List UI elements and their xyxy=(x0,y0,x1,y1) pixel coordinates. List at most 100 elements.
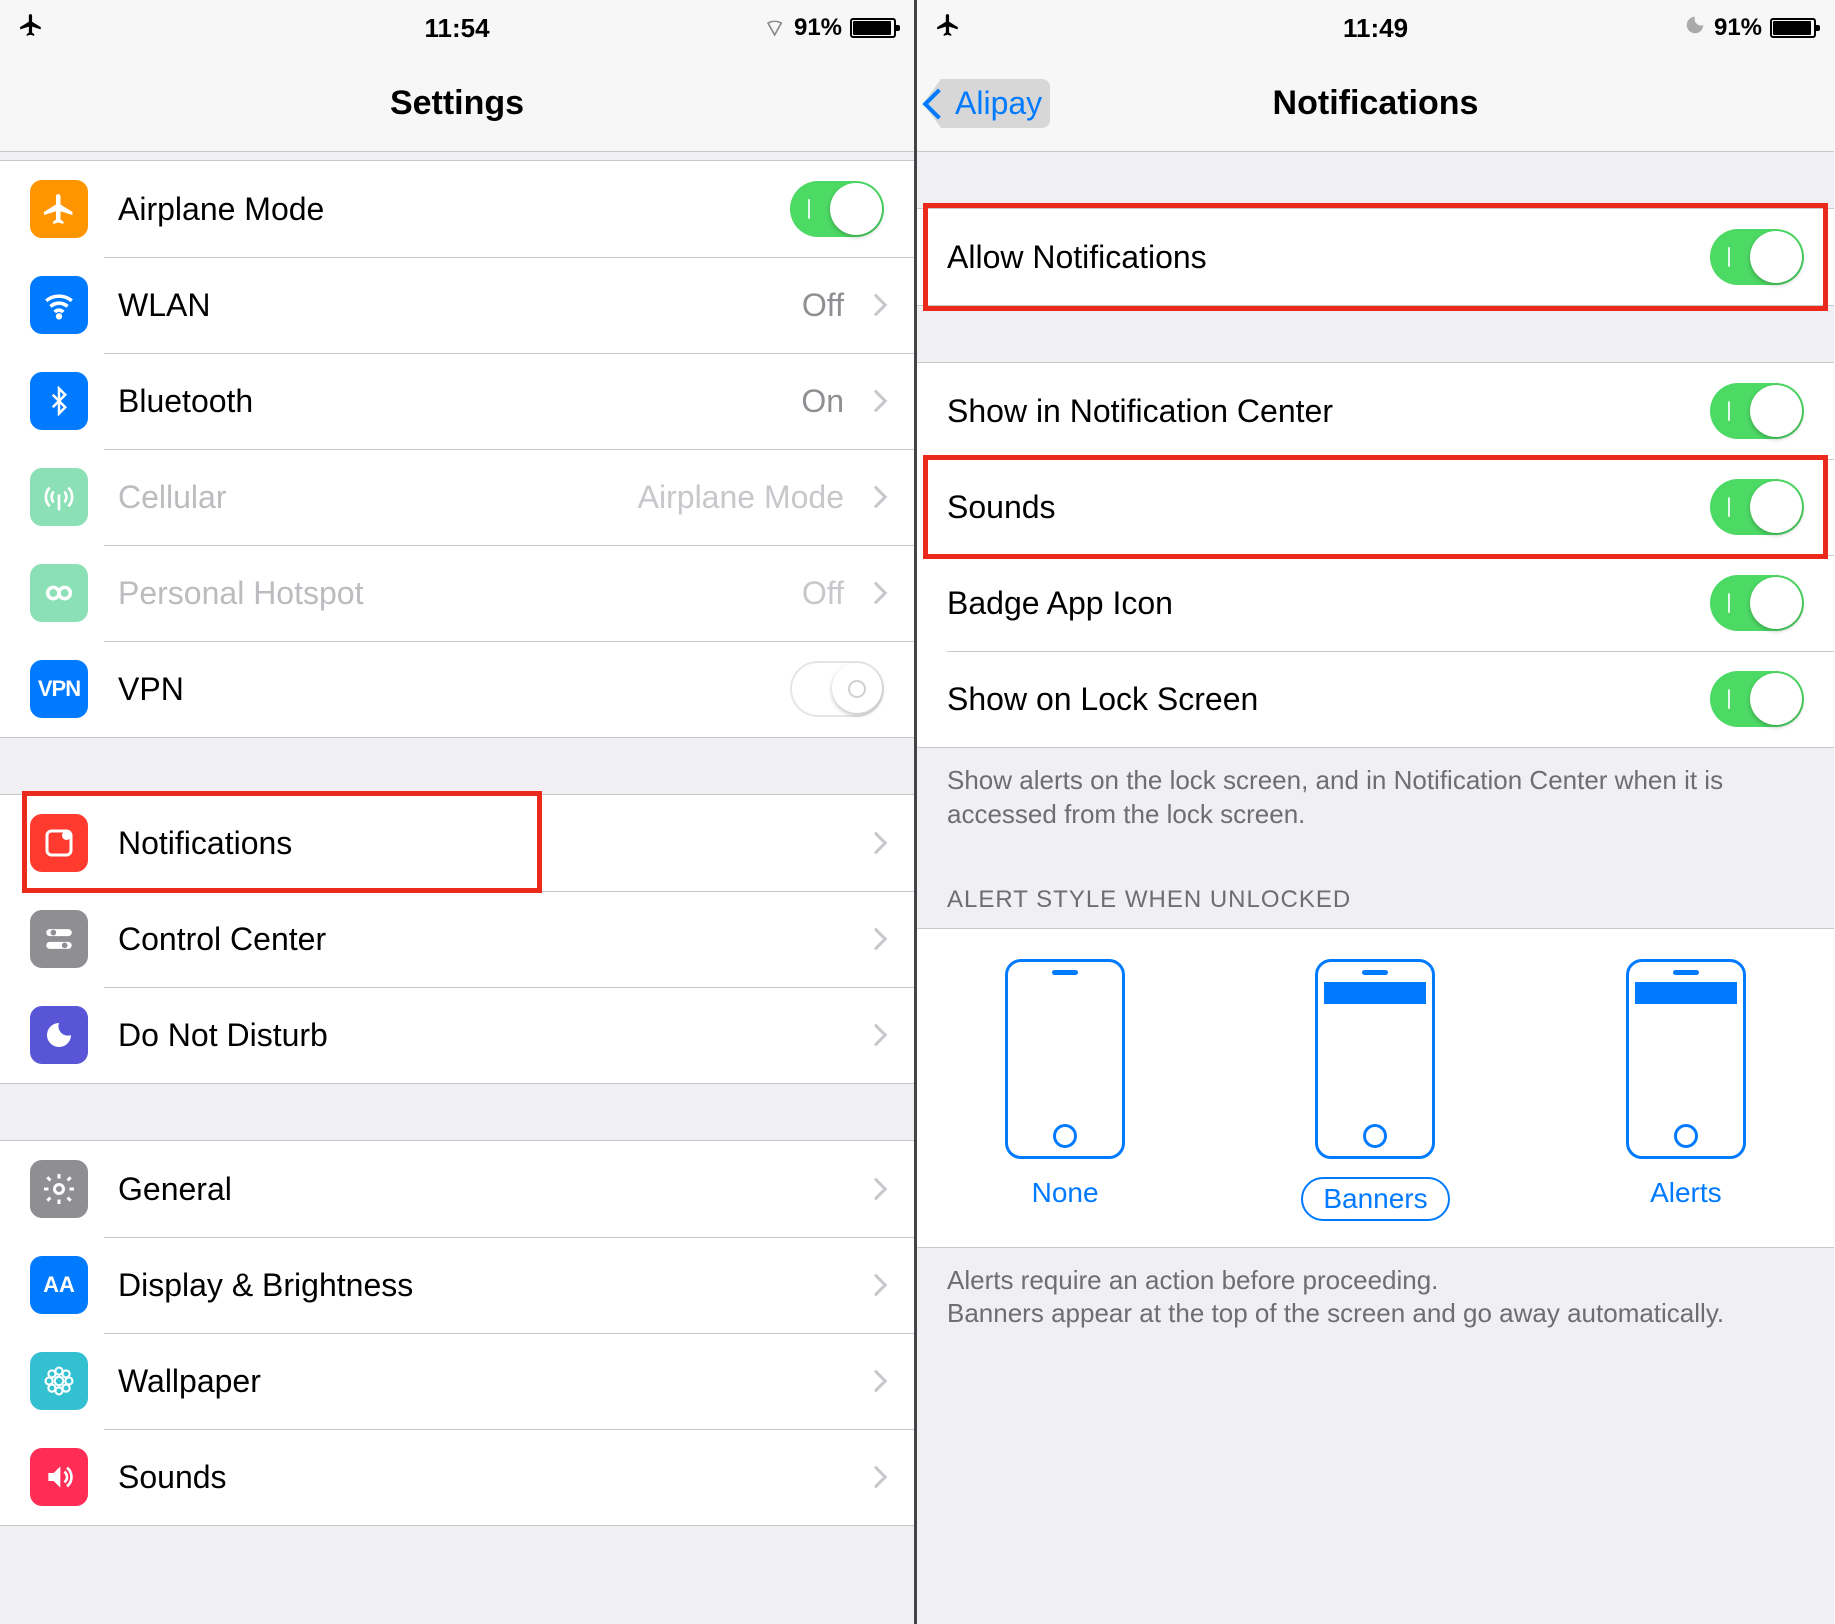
row-label: Sounds xyxy=(118,1459,854,1496)
row-wallpaper[interactable]: Wallpaper xyxy=(0,1333,914,1429)
badge-toggle[interactable] xyxy=(1710,575,1804,631)
row-label: Personal Hotspot xyxy=(118,575,802,612)
style-label: None xyxy=(1032,1177,1099,1209)
row-control-center[interactable]: Control Center xyxy=(0,891,914,987)
general-icon xyxy=(30,1160,88,1218)
row-detail: On xyxy=(801,383,844,420)
row-label: Cellular xyxy=(118,479,638,516)
footer-alerts: Alerts require an action before proceedi… xyxy=(917,1248,1834,1348)
cellular-icon xyxy=(30,468,88,526)
row-hotspot[interactable]: Personal Hotspot Off xyxy=(0,545,914,641)
battery-pct: 91% xyxy=(794,14,842,42)
chevron-right-icon xyxy=(865,1370,888,1393)
lock-toggle[interactable] xyxy=(1710,671,1804,727)
row-label: Wallpaper xyxy=(118,1363,854,1400)
bluetooth-icon xyxy=(30,372,88,430)
row-label: Notifications xyxy=(118,825,854,862)
nav-bar: Settings xyxy=(0,56,914,152)
row-sounds[interactable]: Sounds xyxy=(0,1429,914,1525)
row-wlan[interactable]: WLAN Off xyxy=(0,257,914,353)
nav-title: Notifications xyxy=(917,84,1834,123)
bluetooth-status-icon: ⌔ xyxy=(763,13,786,43)
row-display[interactable]: AA Display & Brightness xyxy=(0,1237,914,1333)
row-cellular[interactable]: Cellular Airplane Mode xyxy=(0,449,914,545)
row-vpn[interactable]: VPN VPN xyxy=(0,641,914,737)
row-label: Bluetooth xyxy=(118,383,801,420)
airplane-icon xyxy=(30,180,88,238)
style-mock-none xyxy=(1005,959,1125,1159)
nav-bar: Alipay Notifications xyxy=(917,56,1834,152)
dnd-icon xyxy=(30,1006,88,1064)
status-time: 11:54 xyxy=(311,13,604,44)
options-group: Show in Notification Center Sounds Badge… xyxy=(917,362,1834,748)
row-notifications[interactable]: Notifications xyxy=(0,795,914,891)
style-alerts[interactable]: Alerts xyxy=(1626,959,1746,1221)
style-label: Banners xyxy=(1301,1177,1449,1221)
style-none[interactable]: None xyxy=(1005,959,1125,1221)
hotspot-icon xyxy=(30,564,88,622)
style-mock-banners xyxy=(1315,959,1435,1159)
settings-group-connectivity: Airplane Mode WLAN Off Bluetooth On Cell… xyxy=(0,160,914,738)
sounds-toggle[interactable] xyxy=(1710,479,1804,535)
row-label: General xyxy=(118,1171,854,1208)
row-detail: Off xyxy=(802,287,844,324)
chevron-right-icon xyxy=(865,1178,888,1201)
sounds-icon xyxy=(30,1448,88,1506)
row-detail: Airplane Mode xyxy=(638,479,844,516)
vpn-icon: VPN xyxy=(30,660,88,718)
battery-icon xyxy=(1770,18,1816,38)
nav-title: Settings xyxy=(0,84,914,123)
chevron-right-icon xyxy=(865,294,888,317)
row-lock[interactable]: Show on Lock Screen xyxy=(917,651,1834,747)
status-time: 11:49 xyxy=(1229,13,1523,44)
chevron-right-icon xyxy=(865,832,888,855)
row-label: Allow Notifications xyxy=(947,239,1710,276)
airplane-status-icon xyxy=(18,12,44,45)
notifications-screen: 11:49 91% Alipay Notifications Allow Not… xyxy=(917,0,1834,1624)
chevron-right-icon xyxy=(865,486,888,509)
row-show-nic[interactable]: Show in Notification Center xyxy=(917,363,1834,459)
airplane-toggle[interactable] xyxy=(790,181,884,237)
moon-status-icon xyxy=(1684,14,1706,43)
row-label: Display & Brightness xyxy=(118,1267,854,1304)
battery-pct: 91% xyxy=(1714,14,1762,42)
row-label: Control Center xyxy=(118,921,854,958)
wifi-icon xyxy=(30,276,88,334)
allow-group: Allow Notifications xyxy=(917,208,1834,306)
row-label: Airplane Mode xyxy=(118,191,790,228)
allow-toggle[interactable] xyxy=(1710,229,1804,285)
settings-group-general: General AA Display & Brightness Wallpape… xyxy=(0,1140,914,1526)
airplane-status-icon xyxy=(935,12,961,45)
vpn-toggle[interactable] xyxy=(790,661,884,717)
chevron-right-icon xyxy=(865,582,888,605)
row-label: Do Not Disturb xyxy=(118,1017,854,1054)
style-mock-alerts xyxy=(1626,959,1746,1159)
chevron-right-icon xyxy=(865,1466,888,1489)
wallpaper-icon xyxy=(30,1352,88,1410)
battery-icon xyxy=(850,18,896,38)
footer-lockscreen: Show alerts on the lock screen, and in N… xyxy=(917,748,1834,848)
alert-style-header: ALERT STYLE WHEN UNLOCKED xyxy=(917,848,1834,928)
row-label: Sounds xyxy=(947,489,1710,526)
style-label: Alerts xyxy=(1650,1177,1722,1209)
row-allow-notifications[interactable]: Allow Notifications xyxy=(917,209,1834,305)
back-label: Alipay xyxy=(955,85,1042,122)
row-label: Show in Notification Center xyxy=(947,393,1710,430)
status-bar: 11:49 91% xyxy=(917,0,1834,56)
nic-toggle[interactable] xyxy=(1710,383,1804,439)
row-do-not-disturb[interactable]: Do Not Disturb xyxy=(0,987,914,1083)
control-center-icon xyxy=(30,910,88,968)
style-banners[interactable]: Banners xyxy=(1301,959,1449,1221)
row-label: Badge App Icon xyxy=(947,585,1710,622)
row-label: VPN xyxy=(118,671,790,708)
row-airplane-mode[interactable]: Airplane Mode xyxy=(0,161,914,257)
back-button[interactable]: Alipay xyxy=(927,85,1042,122)
row-label: Show on Lock Screen xyxy=(947,681,1710,718)
row-general[interactable]: General xyxy=(0,1141,914,1237)
alert-styles: None Banners Alerts xyxy=(917,928,1834,1248)
row-bluetooth[interactable]: Bluetooth On xyxy=(0,353,914,449)
row-sounds[interactable]: Sounds xyxy=(917,459,1834,555)
chevron-right-icon xyxy=(865,928,888,951)
row-badge[interactable]: Badge App Icon xyxy=(917,555,1834,651)
row-label: WLAN xyxy=(118,287,802,324)
